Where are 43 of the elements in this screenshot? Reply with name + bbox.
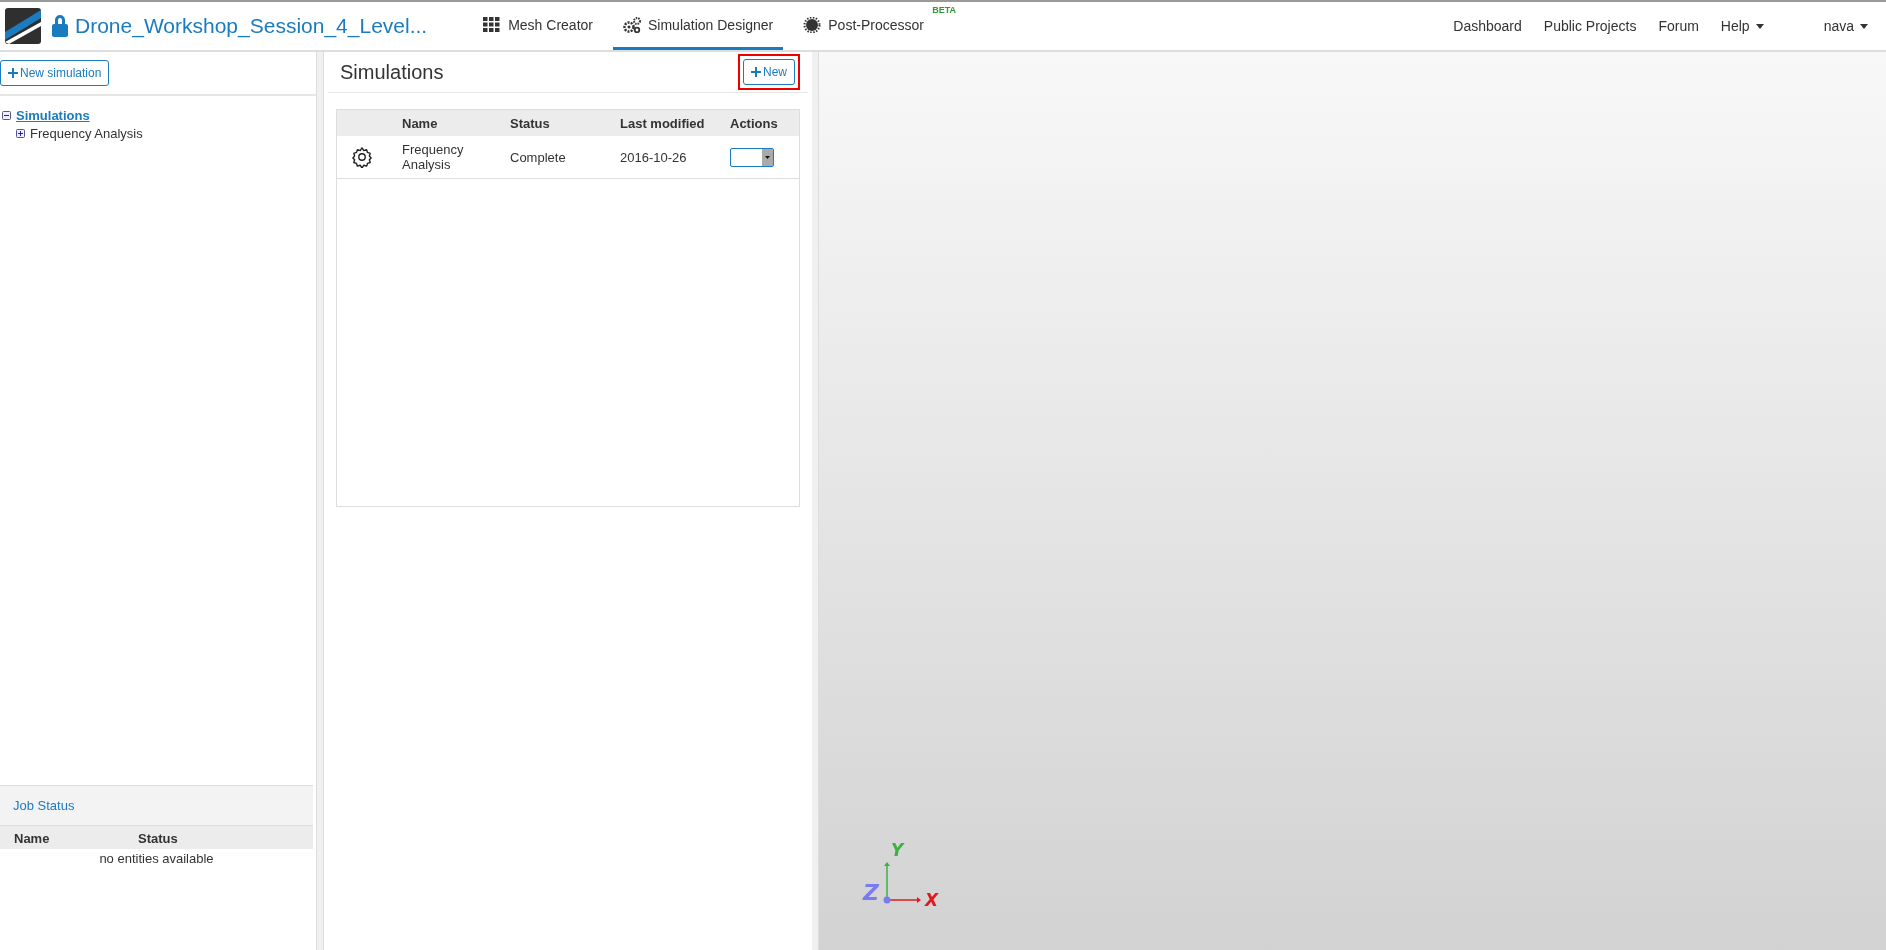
user-menu[interactable]: nava xyxy=(1823,18,1868,34)
axis-label: Y xyxy=(891,840,904,860)
column-header: Status xyxy=(510,115,551,131)
gears-icon xyxy=(623,16,641,33)
new-button[interactable]: New xyxy=(743,59,795,85)
axis-label: X xyxy=(925,890,939,910)
new-simulation-button[interactable]: New simulation xyxy=(0,60,110,86)
column-header: Last modified xyxy=(620,115,706,131)
beta-label: BETA xyxy=(932,5,956,15)
panel-title: Simulations xyxy=(340,60,444,84)
gear-icon xyxy=(351,146,373,168)
nav-link[interactable]: Public Projects xyxy=(1543,18,1637,34)
empty-message: no entities available xyxy=(99,851,214,866)
column-header: Actions xyxy=(730,115,779,131)
grid-icon xyxy=(483,16,502,33)
tree-item[interactable]: Simulations xyxy=(16,107,90,123)
caret-icon xyxy=(762,148,773,166)
plus-icon xyxy=(751,67,761,77)
project-title[interactable]: Drone_Workshop_Session_4_Level... xyxy=(75,14,428,38)
axis-label: Z xyxy=(863,880,879,905)
expand-icon[interactable] xyxy=(16,128,25,138)
nav-link[interactable]: Dashboard xyxy=(1453,18,1522,34)
axis-triad-drawing xyxy=(883,862,921,904)
actions-dropdown[interactable] xyxy=(730,147,774,167)
logo-icon xyxy=(5,8,41,44)
column-header: Name xyxy=(402,115,439,131)
table-cell-text: Complete xyxy=(510,149,567,165)
plus-icon xyxy=(8,68,18,78)
collapse-icon[interactable] xyxy=(2,110,11,120)
splitter-handle[interactable] xyxy=(317,52,324,950)
table-cell-text: 2016-10-26 xyxy=(620,149,688,165)
nav-tab[interactable]: Mesh Creator xyxy=(473,2,603,50)
burst-icon xyxy=(803,16,822,33)
lock-icon xyxy=(51,14,69,38)
column-header: Status xyxy=(138,831,179,846)
table-cell-text: Frequency Analysis xyxy=(402,142,465,172)
nav-tab[interactable]: Simulation Designer xyxy=(613,2,784,50)
nav-link[interactable]: Help xyxy=(1720,18,1764,34)
nav-tab[interactable]: Post-Processor xyxy=(793,2,934,50)
splitter-handle[interactable] xyxy=(812,52,819,950)
tree-item[interactable]: Frequency Analysis xyxy=(30,125,143,141)
nav-link[interactable]: Forum xyxy=(1658,18,1699,34)
column-header: Name xyxy=(14,831,51,846)
